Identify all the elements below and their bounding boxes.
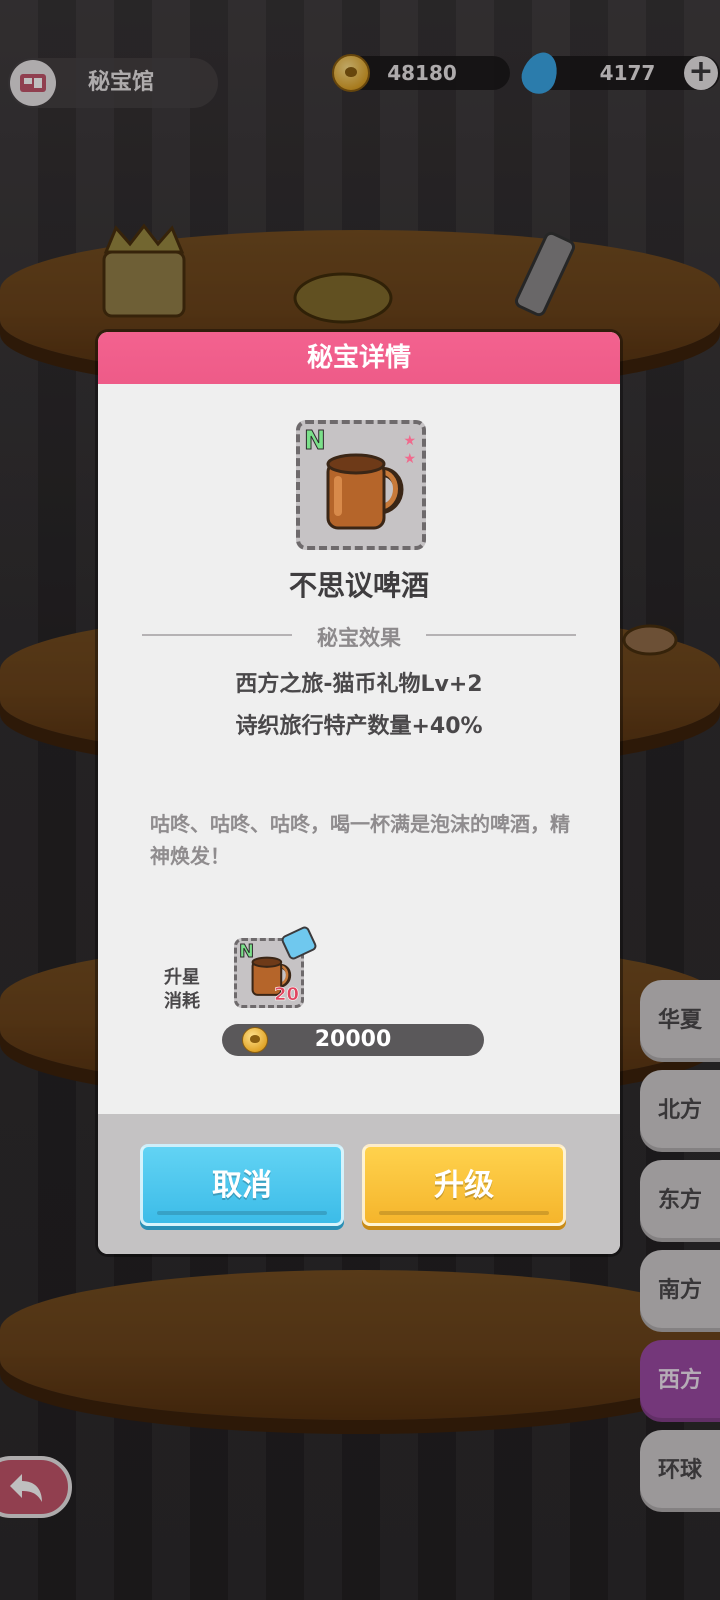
beer-mug-icon — [326, 453, 404, 530]
divider — [426, 634, 576, 636]
item-description: 咕咚、咕咚、咕咚，喝一杯满是泡沫的啤酒，精神焕发！ — [150, 812, 570, 868]
effect-section-title: 秘宝效果 — [317, 626, 401, 650]
dialog-title: 秘宝详情 — [98, 332, 620, 384]
item-card: N ★ ★ — [296, 420, 426, 550]
dialog-footer: 取消 升级 — [98, 1114, 620, 1254]
effect-line: 西方之旅-猫币礼物Lv+2 — [235, 672, 483, 697]
coin-cost-bar: 20000 — [222, 1024, 484, 1056]
coin-cost: 20000 — [314, 1027, 392, 1052]
upgrade-cost-label: 升星 消耗 — [164, 967, 200, 1012]
cancel-button[interactable]: 取消 — [140, 1144, 344, 1226]
material-count: 20 — [273, 984, 300, 1006]
upgrade-button[interactable]: 升级 — [362, 1144, 566, 1226]
treasure-detail-dialog: 秘宝详情 N ★ ★ 不思议啤酒 秘宝效果 西方之旅-猫币礼物Lv+2 诗织旅行特… — [98, 332, 620, 1254]
effect-line: 诗织旅行特产数量+40% — [235, 714, 483, 739]
item-name: 不思议啤酒 — [288, 569, 429, 602]
